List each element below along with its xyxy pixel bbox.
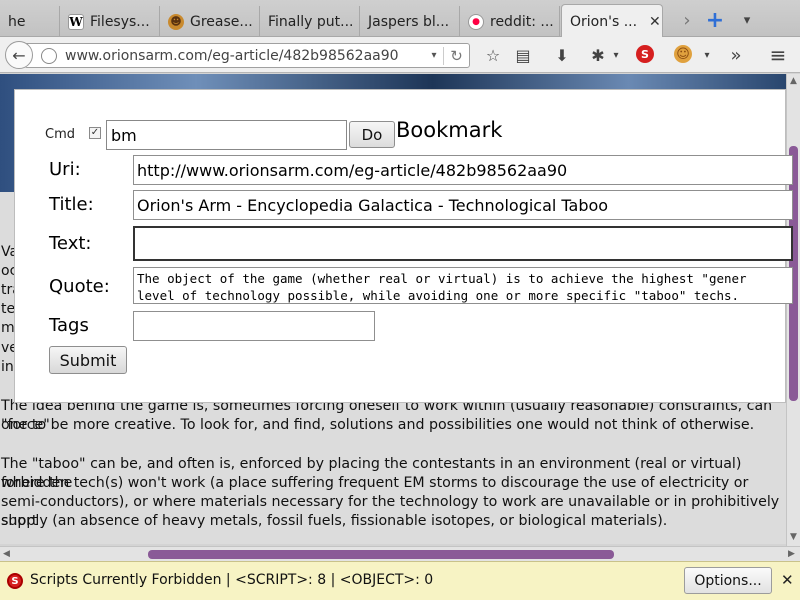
close-tab-icon[interactable]: ✕ <box>649 14 661 30</box>
downloads-icon[interactable]: ⬇ <box>552 45 572 65</box>
text-field[interactable] <box>133 226 793 261</box>
uri-field[interactable] <box>133 155 793 185</box>
tab-active[interactable]: Orion's ... ✕ <box>561 4 663 38</box>
tags-field[interactable] <box>133 311 375 341</box>
url-bar[interactable]: www.orionsarm.com/eg-article/482b98562aa… <box>24 43 470 68</box>
greasemonkey-icon[interactable]: ☺ <box>674 45 692 63</box>
uri-label: Uri: <box>49 159 81 180</box>
scroll-left-icon[interactable]: ◀ <box>3 549 10 559</box>
text-fragment: te <box>1 301 16 317</box>
menu-icon[interactable]: ≡ <box>768 43 788 67</box>
submit-button[interactable]: Submit <box>49 346 127 374</box>
wikipedia-icon: W <box>68 13 84 30</box>
tags-label: Tags <box>49 315 89 336</box>
noscript-notification-bar: S Scripts Currently Forbidden | <SCRIPT>… <box>0 561 800 600</box>
title-label: Title: <box>49 194 94 215</box>
tab-strip: he W Filesys... ☻ Grease... Finally put.… <box>0 0 800 38</box>
scroll-down-icon[interactable]: ▼ <box>790 532 797 542</box>
scroll-tabs-right-icon[interactable]: › <box>672 6 702 34</box>
tab-3[interactable]: ☻ Grease... <box>160 6 260 37</box>
tab-label: Jaspers bl... <box>368 13 450 30</box>
tab-4[interactable]: Finally put... <box>260 6 360 37</box>
title-field[interactable] <box>133 190 793 220</box>
close-icon[interactable]: ✕ <box>781 571 794 589</box>
reload-icon[interactable]: ↻ <box>443 46 469 65</box>
quote-textarea[interactable]: The object of the game (whether real or … <box>133 267 793 304</box>
do-button[interactable]: Do <box>349 121 395 148</box>
cmd-input[interactable] <box>106 120 347 150</box>
url-text[interactable]: www.orionsarm.com/eg-article/482b98562aa… <box>65 48 425 64</box>
tab-label: he <box>8 13 26 30</box>
bookmark-dialog: Cmd ✓ Do Bookmark Uri: Title: Text: Quot… <box>14 89 793 403</box>
cmd-checkbox[interactable]: ✓ <box>89 127 101 139</box>
text-fragment: m <box>1 320 15 336</box>
quote-label: Quote: <box>49 276 110 297</box>
scroll-right-icon[interactable]: ▶ <box>788 549 795 559</box>
horizontal-scroll-thumb[interactable] <box>148 550 614 559</box>
navigation-bar: www.orionsarm.com/eg-article/482b98562aa… <box>0 37 800 73</box>
globe-icon <box>41 47 57 64</box>
paragraph-line: supply (an absence of heavy metals, foss… <box>1 513 668 529</box>
addon-dropdown-icon[interactable]: ▾ <box>606 45 626 65</box>
tab-label: Filesys... <box>90 13 150 30</box>
tab-label: reddit: ... <box>490 13 554 30</box>
new-tab-icon[interactable]: + <box>700 6 730 34</box>
bookmark-star-icon[interactable]: ☆ <box>483 45 503 65</box>
vertical-scrollbar[interactable]: ▲ ▼ <box>786 74 800 546</box>
tab-6[interactable]: ● reddit: ... <box>460 6 560 37</box>
tab-2[interactable]: W Filesys... <box>60 6 160 37</box>
noscript-icon[interactable]: S <box>636 45 654 63</box>
tab-label: Finally put... <box>268 13 354 30</box>
back-button[interactable]: ← <box>5 41 33 69</box>
tab-1[interactable]: he <box>0 6 60 37</box>
tab-5[interactable]: Jaspers bl... <box>360 6 460 37</box>
noscript-icon: S <box>7 573 23 589</box>
greasemonkey-dropdown-icon[interactable]: ▾ <box>697 45 717 65</box>
tab-label: Grease... <box>190 13 253 30</box>
scroll-up-icon[interactable]: ▲ <box>790 76 797 86</box>
dialog-title: Bookmark <box>396 118 503 142</box>
reddit-icon: ● <box>468 13 484 30</box>
url-history-dropdown-icon[interactable]: ▾ <box>425 50 443 61</box>
options-button[interactable]: Options... <box>684 567 772 594</box>
tab-label: Orion's ... <box>570 13 638 30</box>
paragraph-line: forbidden tech(s) won't work (a place su… <box>1 475 749 491</box>
addon-icon[interactable]: ✱ <box>588 45 608 65</box>
reading-list-icon[interactable]: ▤ <box>513 45 533 65</box>
text-label: Text: <box>49 233 92 254</box>
overflow-chevron-icon[interactable]: » <box>726 45 746 66</box>
notification-text: Scripts Currently Forbidden | <SCRIPT>: … <box>30 572 434 588</box>
paragraph-line: one to be more creative. To look for, an… <box>1 417 755 433</box>
horizontal-scrollbar[interactable]: ◀ ▶ <box>0 546 800 561</box>
greasemonkey-icon: ☻ <box>168 13 184 30</box>
cmd-label: Cmd <box>45 127 75 142</box>
tab-list-icon[interactable]: ▾ <box>732 6 762 34</box>
